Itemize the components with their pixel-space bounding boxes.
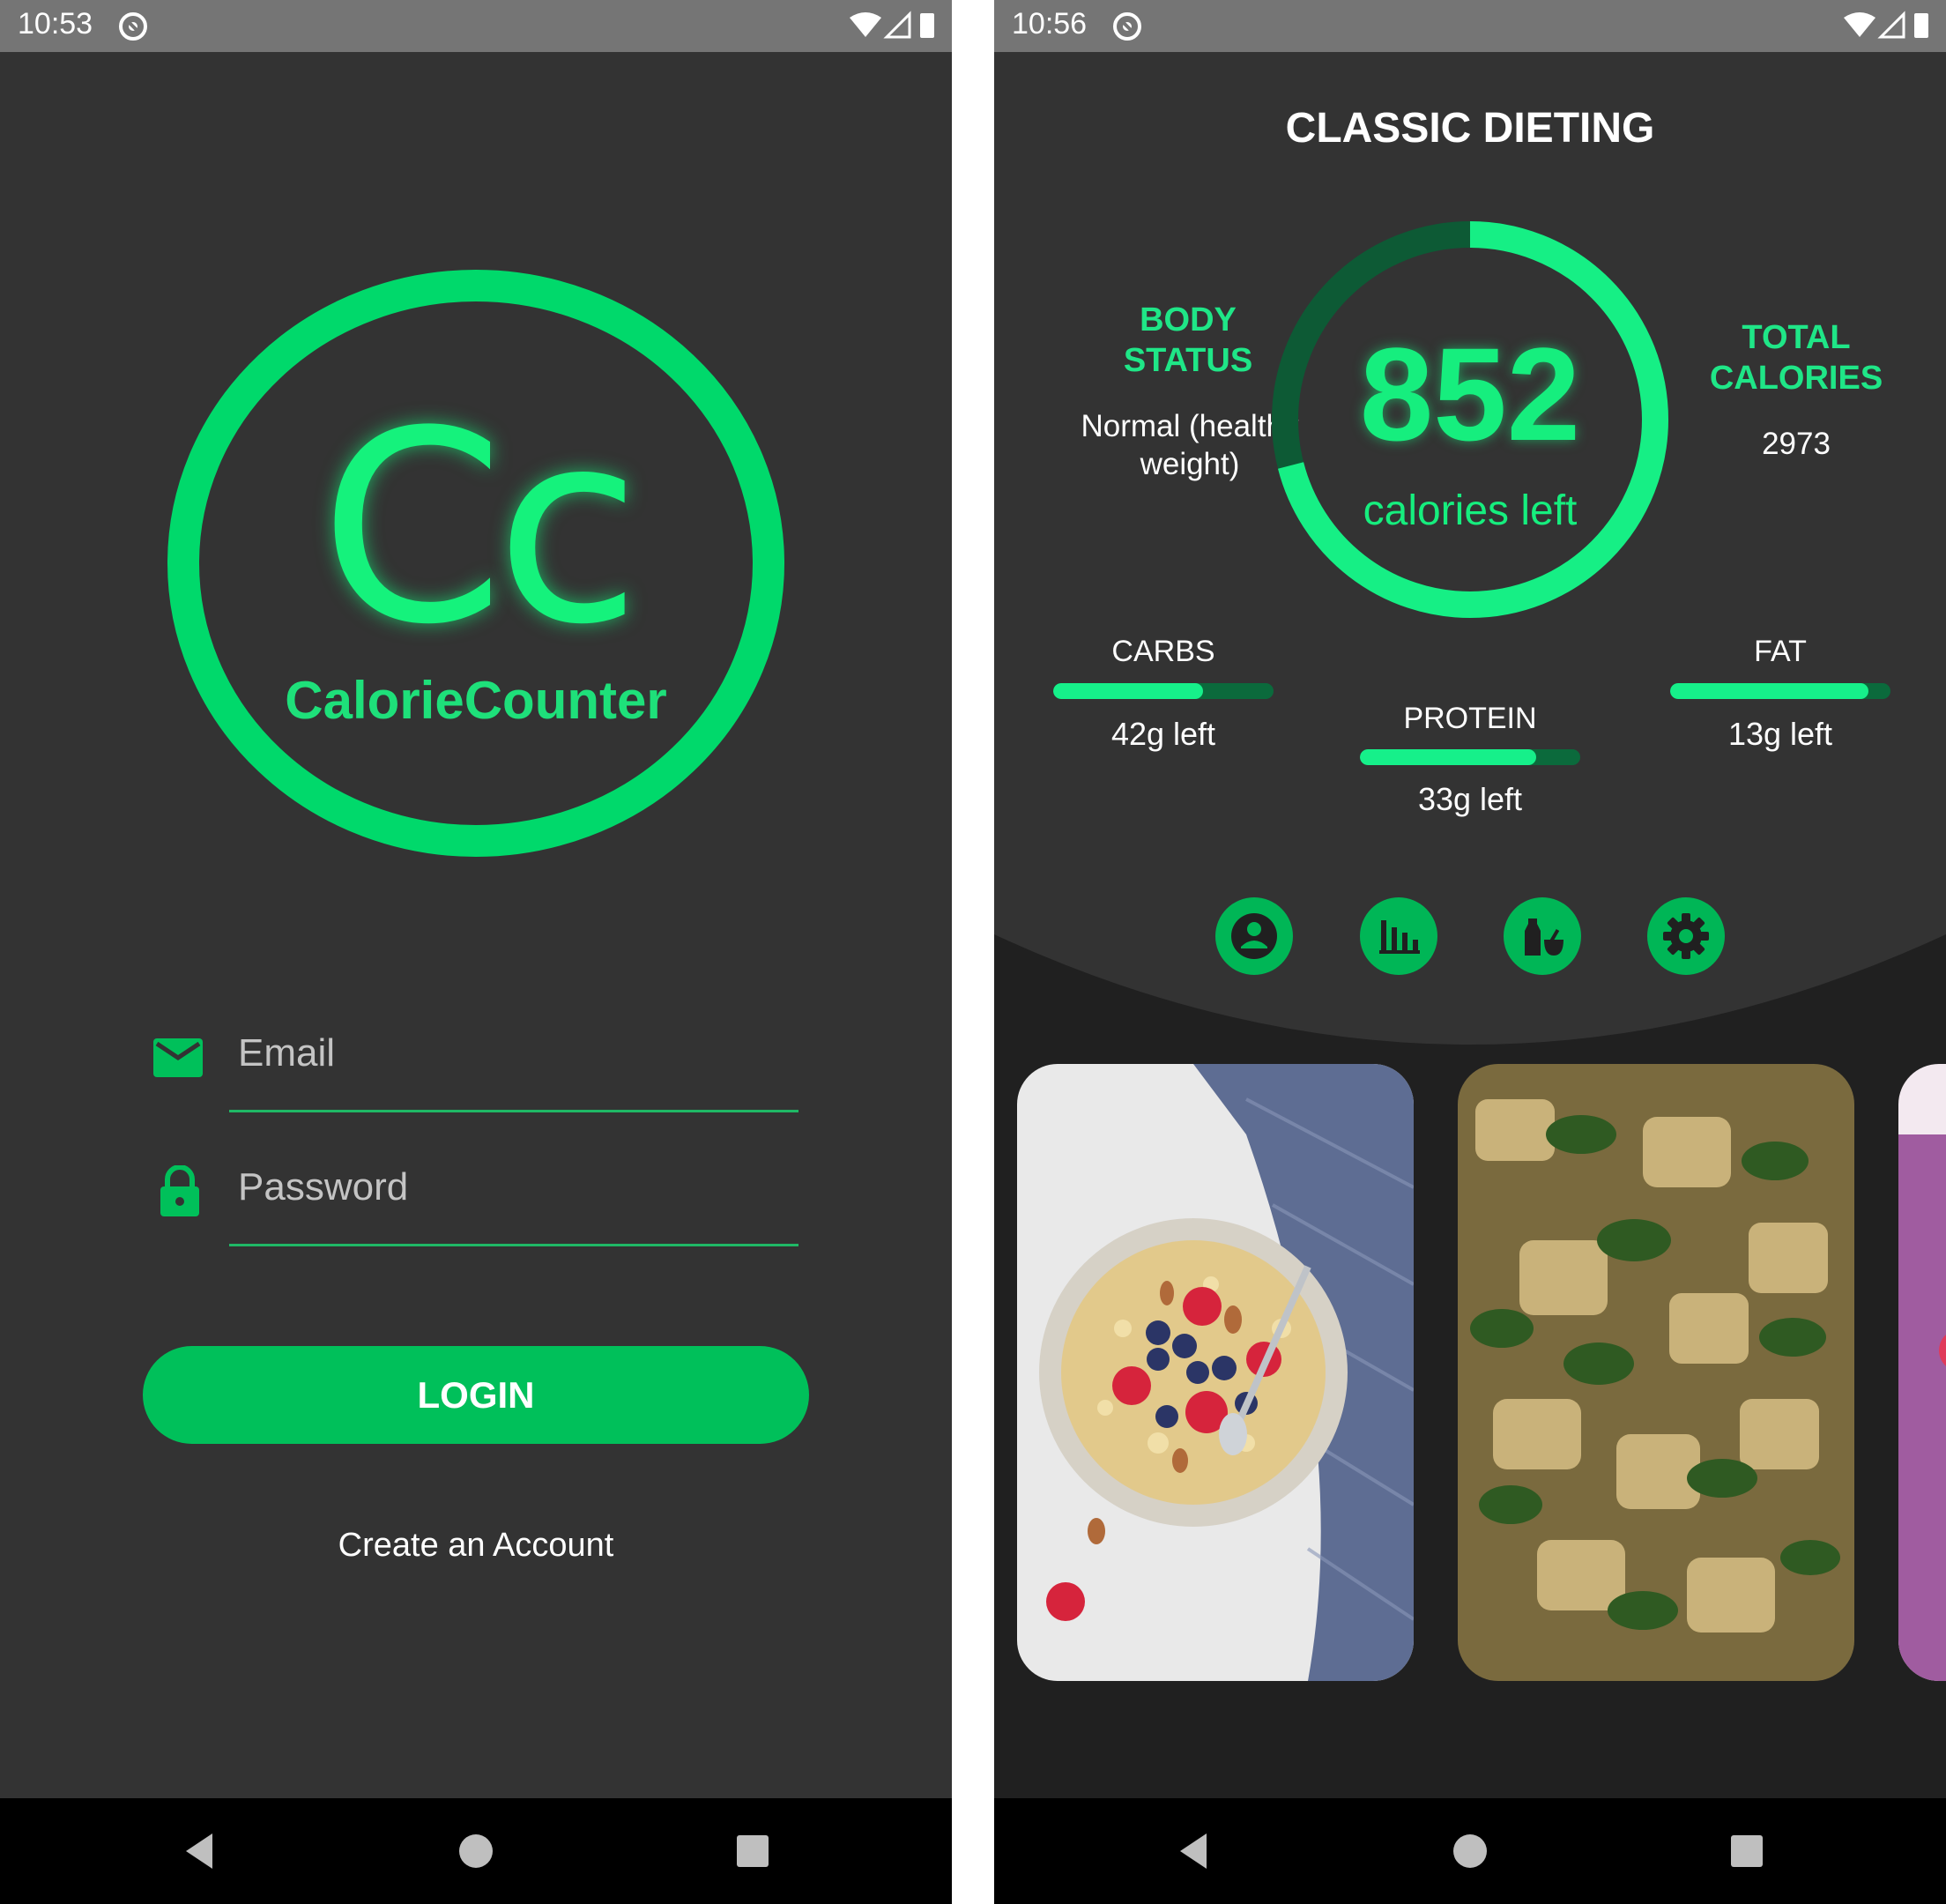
smoothie-image — [1898, 1064, 1946, 1681]
carbs-bar — [1053, 683, 1274, 699]
food-card-oatmeal[interactable] — [1017, 1064, 1414, 1681]
mail-icon — [153, 1038, 203, 1082]
status-icons — [1844, 11, 1932, 47]
lock-icon — [159, 1164, 201, 1221]
password-field[interactable]: Password — [238, 1165, 408, 1209]
home-icon[interactable] — [457, 1832, 495, 1871]
at-sign-icon — [117, 11, 149, 47]
signal-icon — [1877, 11, 1905, 39]
carbs-value: 42g left — [1110, 716, 1216, 752]
oatmeal-image — [1017, 1064, 1414, 1681]
food-card-chicken-rice[interactable] — [1458, 1064, 1854, 1681]
meals-button[interactable] — [1504, 897, 1581, 975]
status-time: 10:53 — [18, 7, 93, 41]
fat-bar — [1670, 683, 1890, 699]
back-icon[interactable] — [1175, 1832, 1214, 1871]
nav-bar — [0, 1798, 952, 1904]
total-calories-value: 2973 — [1762, 427, 1831, 461]
signal-icon — [883, 11, 911, 39]
status-bar: 10:56 — [994, 0, 1946, 52]
back-icon[interactable] — [181, 1832, 219, 1871]
logo-monogram: Cc — [319, 375, 641, 682]
fat-bar-fill — [1670, 683, 1868, 699]
carbs-bar-fill — [1053, 683, 1203, 699]
chicken-rice-image — [1458, 1064, 1854, 1681]
recents-icon[interactable] — [1727, 1832, 1766, 1871]
calories-left-label: calories left — [1363, 487, 1578, 534]
total-calories-heading: TOTAL CALORIES — [1709, 319, 1883, 397]
protein-bar — [1360, 749, 1580, 765]
app-name: CalorieCounter — [285, 671, 667, 730]
recents-icon[interactable] — [733, 1832, 772, 1871]
stats-button[interactable] — [1360, 897, 1437, 975]
protein-label: PROTEIN — [1403, 702, 1537, 735]
screen-title: CLASSIC DIETING — [1285, 105, 1655, 152]
battery-icon — [1914, 13, 1928, 38]
password-underline — [229, 1244, 798, 1246]
food-card-smoothie[interactable] — [1898, 1064, 1946, 1681]
meal-icon — [1525, 919, 1563, 956]
battery-icon — [920, 13, 934, 38]
calories-left-number: 852 — [1359, 320, 1581, 468]
at-sign-icon — [1111, 11, 1143, 47]
status-icons — [850, 11, 938, 47]
bar-chart-icon — [1379, 920, 1420, 954]
email-underline — [229, 1110, 798, 1112]
fat-label: FAT — [1754, 635, 1807, 668]
status-time: 10:56 — [1012, 7, 1088, 41]
settings-icon — [1663, 913, 1709, 959]
wifi-icon — [1844, 12, 1875, 37]
carbs-label: CARBS — [1111, 635, 1215, 668]
login-screen: 10:53 Cc CalorieCounter Email Password L… — [0, 0, 952, 1904]
protein-bar-fill — [1360, 749, 1536, 765]
fat-value: 13g left — [1727, 716, 1833, 752]
status-bar: 10:53 — [0, 0, 952, 52]
email-field[interactable]: Email — [238, 1031, 335, 1075]
dashboard-screen: 10:56 CLASSIC DIETING BODY STATUS Normal… — [994, 0, 1946, 1904]
nav-bar — [994, 1798, 1946, 1904]
protein-value: 33g left — [1417, 781, 1523, 817]
settings-button[interactable] — [1647, 897, 1725, 975]
home-icon[interactable] — [1451, 1832, 1489, 1871]
create-account-link[interactable]: Create an Account — [338, 1527, 614, 1565]
wifi-icon — [850, 12, 881, 37]
profile-button[interactable] — [1215, 897, 1293, 975]
profile-icon — [1231, 913, 1277, 959]
login-button[interactable]: LOGIN — [143, 1346, 809, 1444]
